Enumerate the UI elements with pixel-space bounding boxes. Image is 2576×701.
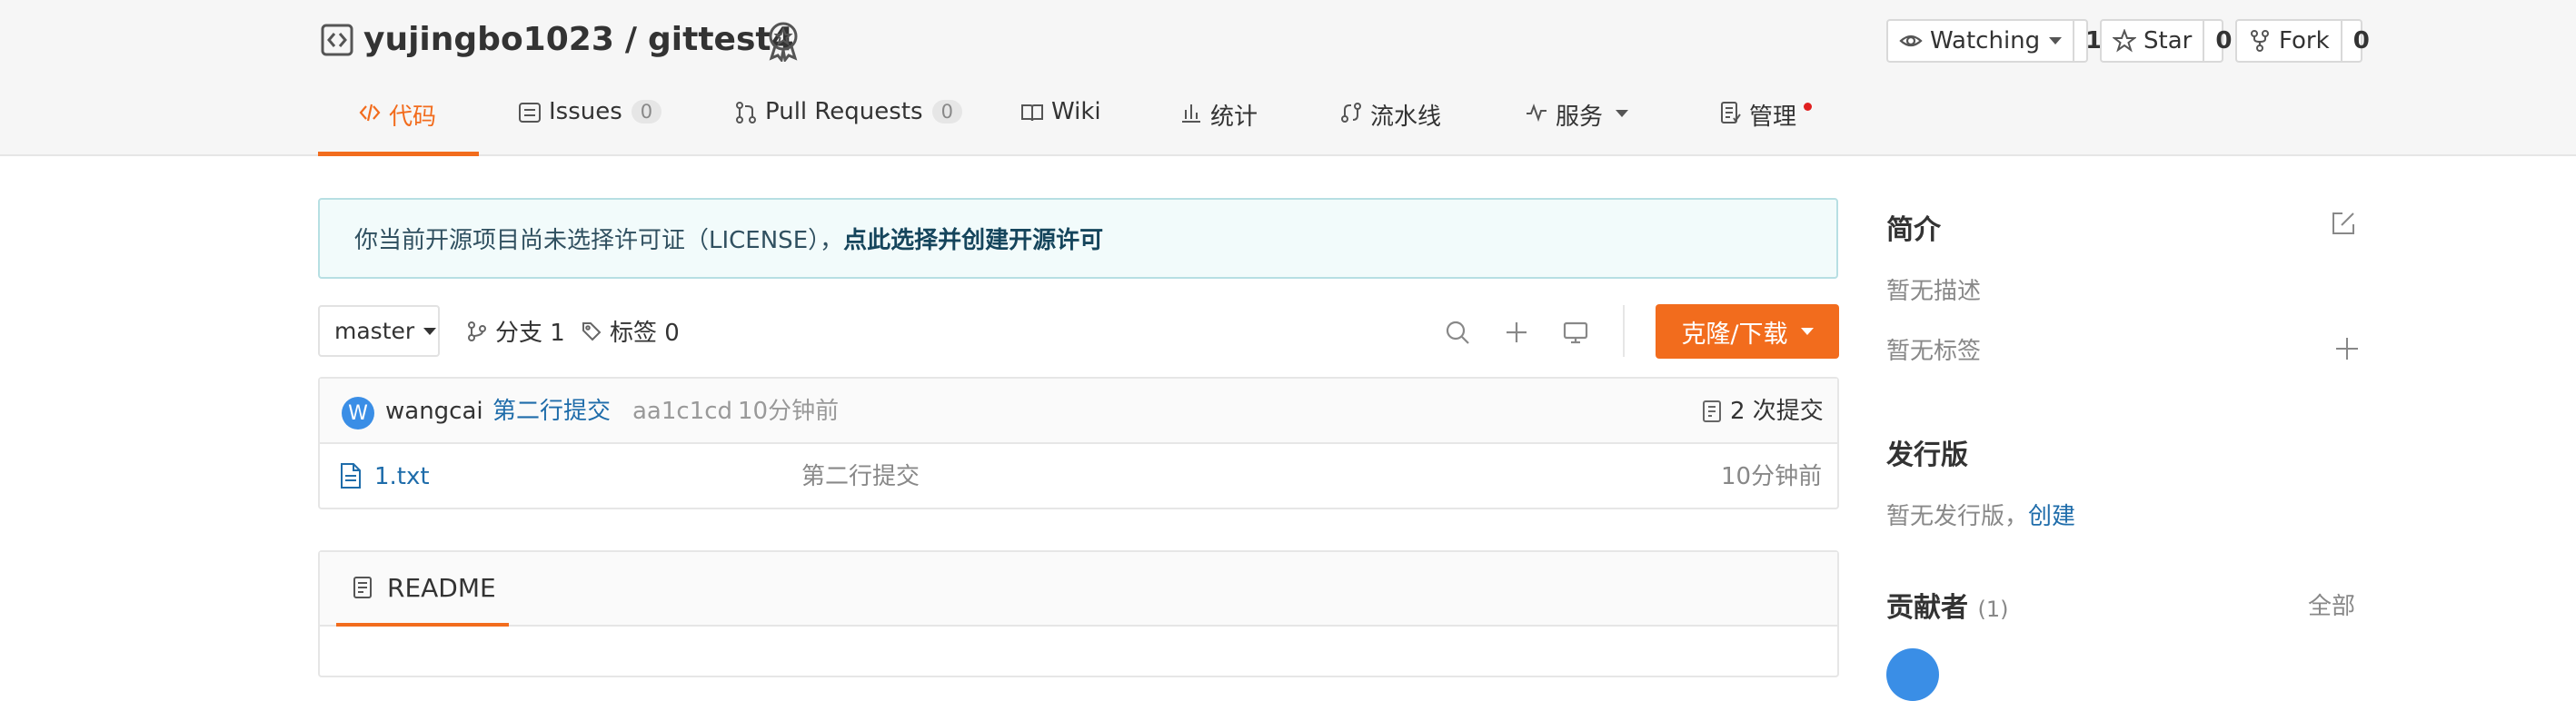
release-heading: 发行版 (1886, 439, 1968, 471)
create-release-link[interactable]: 创建 (2028, 503, 2075, 530)
file-list: W wangcai 第二行提交 aa1c1cd 10分钟前 2 次提交 1.tx… (318, 377, 1839, 509)
no-tags-text: 暂无标签 (1886, 338, 1982, 365)
search-icon[interactable] (1444, 319, 1471, 346)
tab-wiki[interactable]: Wiki (1020, 98, 1101, 156)
repo-title: yujingbo1023/gittest4 (363, 16, 794, 64)
commit-hash[interactable]: aa1c1cd (632, 395, 732, 428)
readme-title: README (387, 572, 496, 603)
fork-label: Fork (2279, 27, 2330, 54)
branches-count: 分支 1 (495, 320, 565, 347)
chevron-down-icon (2049, 37, 2063, 44)
notification-dot (1804, 103, 1812, 111)
award-icon[interactable] (764, 20, 802, 62)
tab-wiki-label: Wiki (1051, 98, 1101, 125)
pull-request-icon (736, 102, 756, 123)
no-release-text: 暂无发行版， (1886, 503, 2029, 530)
file-commit-message[interactable]: 第二行提交 (801, 460, 920, 493)
tab-manage[interactable]: 管理 (1718, 98, 1796, 156)
pull-requests-count-badge: 0 (931, 100, 962, 123)
tab-stats-label: 统计 (1210, 104, 1258, 131)
commit-message[interactable]: 第二行提交 (492, 395, 611, 428)
bar-chart-icon (1182, 104, 1200, 123)
latest-commit-row: W wangcai 第二行提交 aa1c1cd 10分钟前 2 次提交 (320, 379, 1837, 444)
pipeline-icon (1341, 103, 1361, 123)
tab-stats[interactable]: 统计 (1179, 98, 1258, 156)
branch-icon (468, 321, 486, 341)
tab-pipeline-label: 流水线 (1370, 104, 1442, 131)
repo-title-separator: / (624, 21, 638, 58)
tags-count: 标签 0 (610, 320, 680, 347)
branch-name: master (334, 318, 415, 344)
readme-panel: README (318, 550, 1839, 677)
fork-icon (2251, 30, 2269, 52)
contributors-title: 贡献者 (1886, 592, 1968, 624)
tab-services[interactable]: 服务 (1525, 98, 1629, 156)
add-tag-icon[interactable] (2333, 335, 2361, 362)
license-notice-text: 你当前开源项目尚未选择许可证（LICENSE）， (354, 227, 844, 254)
clone-download-label: 克隆/下载 (1681, 320, 1788, 349)
create-license-link[interactable]: 点此选择并创建开源许可 (843, 222, 1103, 255)
code-icon (359, 104, 381, 122)
avatar[interactable] (1886, 648, 1939, 701)
tab-pull-requests[interactable]: Pull Requests 0 (734, 98, 962, 156)
issues-icon (519, 103, 541, 123)
commit-author[interactable]: wangcai (385, 395, 483, 428)
readme-tab[interactable]: README (336, 552, 509, 627)
tab-issues[interactable]: Issues 0 (518, 98, 662, 156)
chevron-down-icon (1616, 110, 1629, 117)
readme-icon (353, 577, 372, 598)
tab-code[interactable]: 代码 (318, 98, 479, 156)
star-icon (2113, 29, 2136, 53)
watch-button[interactable]: Watching 1 (1886, 19, 2102, 63)
chevron-down-icon (1800, 328, 1814, 335)
contributors-heading: 贡献者 (1) (1886, 585, 2008, 625)
tab-services-label: 服务 (1556, 104, 1604, 131)
eye-icon (1899, 35, 1923, 47)
readme-header: README (320, 552, 1837, 627)
pulse-icon (1527, 104, 1547, 123)
fork-button[interactable]: Fork 0 (2235, 19, 2370, 63)
file-time: 10分钟前 (1721, 463, 1823, 490)
add-file-icon[interactable] (1503, 319, 1530, 346)
intro-heading: 简介 (1886, 214, 1941, 246)
repo-header: yujingbo1023/gittest4 Watching 1 Star 0 … (0, 0, 2576, 156)
all-contributors-link[interactable]: 全部 (2308, 587, 2355, 621)
tab-code-label: 代码 (389, 104, 437, 131)
issues-count-badge: 0 (631, 100, 662, 123)
file-icon (341, 463, 361, 489)
manage-icon (1721, 102, 1741, 123)
license-notice: 你当前开源项目尚未选择许可证（LICENSE）， 点此选择并创建开源许可 (318, 198, 1838, 279)
fork-count[interactable]: 0 (2340, 21, 2381, 61)
avatar[interactable]: W (342, 397, 374, 429)
release-info: 暂无发行版，创建 (1886, 498, 2075, 531)
tags-link[interactable]: 标签 0 (581, 305, 680, 357)
commits-icon (1703, 400, 1721, 422)
star-label: Star (2143, 27, 2193, 54)
toolbar-divider (1623, 305, 1625, 357)
chevron-down-icon (423, 327, 437, 335)
star-button[interactable]: Star 0 (2100, 19, 2232, 63)
clone-download-button[interactable]: 克隆/下载 (1656, 304, 1839, 359)
commit-count-link[interactable]: 2 次提交 (1701, 395, 1824, 428)
edit-icon[interactable] (2330, 210, 2357, 237)
tab-issues-label: Issues (549, 98, 622, 125)
repo-owner-link[interactable]: yujingbo1023 (363, 21, 614, 58)
web-ide-icon[interactable] (1562, 319, 1589, 346)
branch-select[interactable]: master (318, 305, 440, 357)
commit-count: 2 次提交 (1730, 398, 1824, 425)
wiki-icon (1021, 104, 1043, 122)
contributors-count: (1) (1977, 597, 2009, 622)
file-row: 1.txt 第二行提交 10分钟前 (320, 444, 1837, 509)
tab-pipeline[interactable]: 流水线 (1339, 98, 1441, 156)
tab-manage-label: 管理 (1749, 104, 1797, 131)
tag-icon (582, 321, 602, 341)
watch-label: Watching (1930, 27, 2041, 54)
commit-time: 10分钟前 (738, 398, 840, 425)
branches-link[interactable]: 分支 1 (466, 305, 565, 357)
tab-pull-requests-label: Pull Requests (765, 98, 923, 125)
file-name[interactable]: 1.txt (374, 460, 430, 493)
repo-code-icon (321, 24, 353, 56)
no-description-text: 暂无描述 (1886, 278, 1982, 305)
